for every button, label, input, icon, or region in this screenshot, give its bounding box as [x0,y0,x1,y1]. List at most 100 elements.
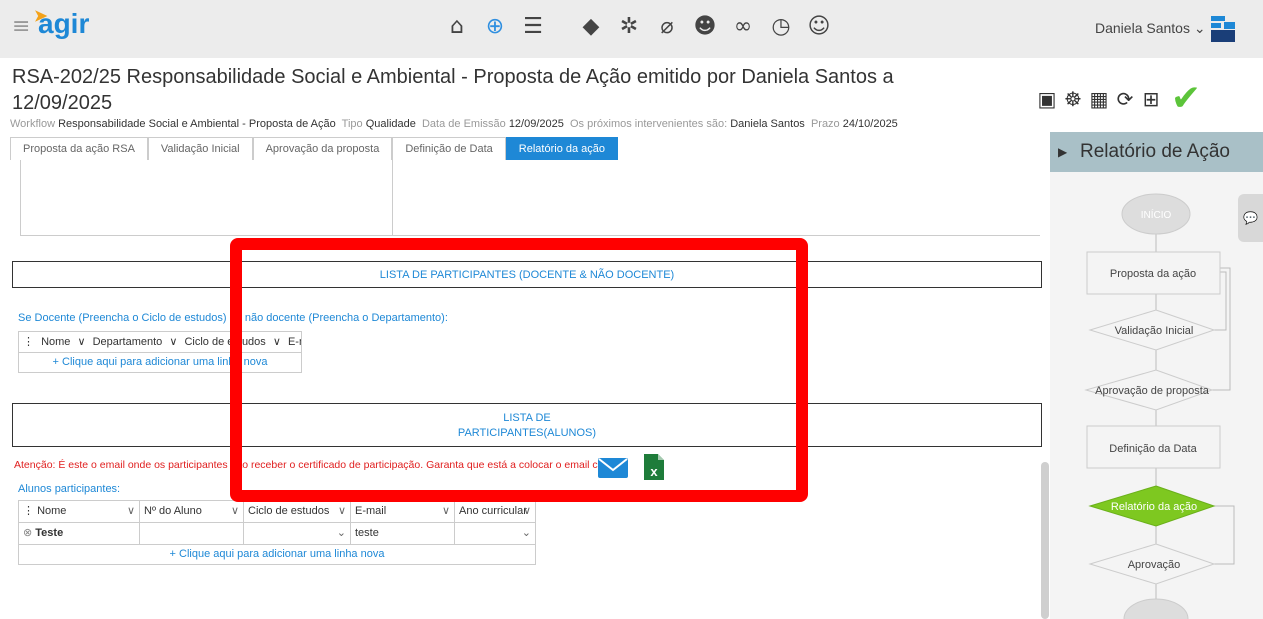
cell-ciclo[interactable]: ⌄ [244,523,351,544]
add-row-link[interactable]: + Clique aqui para adicionar uma linha n… [19,353,301,372]
add-row-link[interactable]: + Clique aqui para adicionar uma linha n… [19,545,535,564]
company-logo-icon [1211,16,1235,42]
col-numero[interactable]: Nº do Aluno ∨ [140,501,244,522]
form-content: LISTA DE PARTICIPANTES (DOCENTE & NÃO DO… [0,160,1044,619]
tipo-label: Tipo [341,118,363,130]
intervenientes-value: Daniela Santos [730,118,805,130]
chevron-down-icon: ∨ [126,505,135,517]
table-header: ⋮ Nome ∨ Nº do Aluno ∨ Ciclo de estudos ∨ E… [19,501,535,523]
refresh-icon[interactable]: ⟳ [1114,87,1136,111]
intervenientes-label: Os próximos intervenientes são: [570,118,728,130]
col-nome[interactable]: Nome ∨ [41,336,85,348]
email-warning: Atenção: É este o email onde os particip… [14,459,629,471]
col-label: Nome [41,336,71,348]
home-icon[interactable]: ⌂ [438,12,476,42]
table-docentes: ⋮ Nome ∨ Departamento ∨ Ciclo de estudos… [18,331,302,373]
chevron-down-icon: ∨ [337,505,346,517]
divider [392,160,393,236]
workflow-label: Workflow [10,118,56,130]
section2-title-line1: LISTA DE [503,412,551,424]
users-icon[interactable]: ☻ [686,12,724,42]
flow-node-label: Aprovação [1128,559,1181,571]
col-label: Nº do Aluno [144,505,202,517]
add-icon[interactable]: ⊕ [476,12,514,42]
workflow-meta: Workflow Responsabilidade Social e Ambie… [10,118,898,130]
cell-value: Teste [35,527,64,539]
top-bar: ≡ ➤ agir ⌂ ⊕ ☰ ◆ ✲ ⌀ ☻ ∞ ◷ ☺ Daniela Sant… [0,0,1263,58]
approve-check-icon[interactable]: ✔ [1166,78,1206,119]
section-note: Se Docente (Preencha o Ciclo de estudos)… [18,312,448,324]
row-menu-icon[interactable]: ⋮ [23,336,34,348]
tab-proposta[interactable]: Proposta da ação RSA [10,137,148,160]
tab-aprovacao[interactable]: Aprovação da proposta [252,137,393,160]
clock-icon[interactable]: ◷ [762,12,800,42]
col-nome[interactable]: ⋮ Nome ∨ [19,501,140,522]
tags-icon[interactable]: ◆ [572,12,610,42]
save-icon[interactable]: ▣ [1036,87,1058,111]
col-label: Ciclo de estudos [184,336,266,348]
chevron-down-icon: ∨ [522,505,531,517]
chevron-down-icon: ∨ [441,505,450,517]
app-logo[interactable]: ➤ agir [34,8,89,40]
flow-node-label: Relatório da ação [1111,501,1197,513]
prazo-label: Prazo [810,118,840,130]
alunos-label: Alunos participantes: [18,483,121,495]
flow-node-label: Aprovação de proposta [1095,385,1210,397]
flow-node-label: INÍCIO [1141,208,1172,221]
cell-numero[interactable] [140,523,244,544]
email-icon[interactable] [597,456,629,480]
svg-text:x: x [650,464,658,479]
hierarchy-icon[interactable]: ⊞ [1140,87,1162,111]
flow-end-node[interactable] [1123,598,1189,619]
flow-node-label: Validação Inicial [1115,325,1194,337]
col-email[interactable]: E-mail ∨ [351,501,455,522]
chevron-down-icon: ⌄ [521,527,531,539]
section2-title-line2: PARTICIPANTES(ALUNOS) [457,427,597,439]
workflow-diagram: INÍCIO Proposta da ação Validação Inicia… [1084,193,1235,619]
tab-relatorio[interactable]: Relatório da ação [505,137,619,160]
user-admin-icon[interactable]: ☺ [800,12,838,42]
table-row: ⊗ Teste ⌄ teste ⌄ [19,523,535,545]
col-ano[interactable]: Ano curricular ∨ [455,501,535,522]
tab-validacao[interactable]: Validação Inicial [147,137,253,160]
col-label: Ciclo de estudos [248,505,330,517]
emissao-label: Data de Emissão [421,118,506,130]
col-ciclo[interactable]: Ciclo de estudos ∨ [244,501,351,522]
cell-nome[interactable]: ⊗ Teste [19,523,140,544]
emissao-value: 12/09/2025 [508,118,564,130]
col-label: E-mail [355,505,387,517]
tipo-value: Qualidade [365,118,416,130]
cell-email[interactable]: teste [351,523,455,544]
collapse-icon: ▶ [1058,145,1068,159]
chevron-down-icon: ∨ [230,505,239,517]
sidebar-title: Relatório de Ação [1080,141,1230,162]
excel-export-icon[interactable]: x [642,452,666,482]
list-icon[interactable]: ☰ [514,12,552,42]
cell-value: teste [355,527,379,539]
col-departamento[interactable]: Departamento ∨ [93,336,178,348]
col-label: Departamento [92,336,163,348]
cell-ano[interactable]: ⌄ [455,523,535,544]
flow-node-label: Proposta da ação [1110,268,1196,280]
col-email[interactable]: E-mail ∨ [288,336,301,348]
calendar-icon[interactable]: ▦ [1088,87,1110,111]
col-label: E-mail [287,336,301,348]
action-toolbar: ▣ ☸ ▦ ⟳ ⊞ ✔ [1036,78,1206,119]
workflow-value: Responsabilidade Social e Ambiental - Pr… [58,118,336,130]
text-area-box[interactable] [20,160,1040,236]
scrollbar[interactable] [1041,462,1049,619]
tab-definicao[interactable]: Definição de Data [392,137,506,160]
chevron-down-icon: ⌄ [336,527,346,539]
col-label: Ano curricular [459,505,527,517]
section-participantes-docente: LISTA DE PARTICIPANTES (DOCENTE & NÃO DO… [12,261,1042,288]
remove-row-icon[interactable]: ⊗ [23,527,32,539]
col-ciclo[interactable]: Ciclo de estudos ∨ [184,336,280,348]
sidebar-header[interactable]: ▶ Relatório de Ação [1050,132,1263,172]
menu-icon[interactable]: ≡ [12,14,30,39]
settings-icon[interactable]: ✲ [610,12,648,42]
participants-icon[interactable]: ☸ [1062,87,1084,111]
link-icon[interactable]: ∞ [724,12,762,42]
attachment-icon[interactable]: ⌀ [648,12,686,42]
user-menu[interactable]: Daniela Santos ⌄ [1095,20,1206,37]
prazo-value: 24/10/2025 [842,118,898,130]
